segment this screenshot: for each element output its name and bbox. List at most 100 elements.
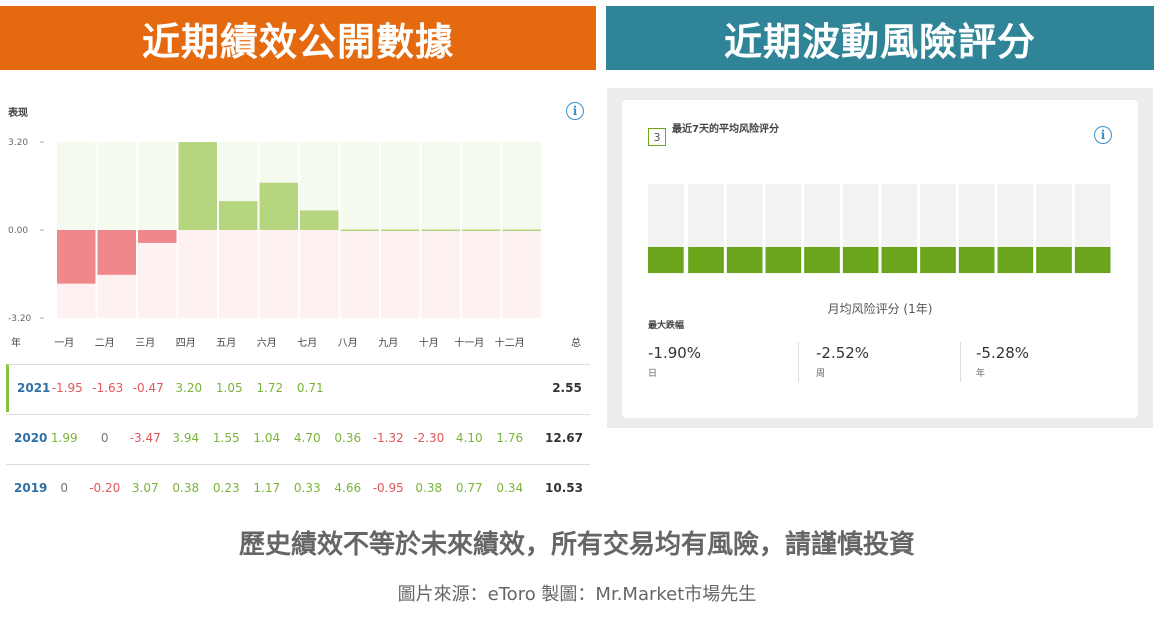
bar-background-negative [219,230,258,318]
drawdown-year: -5.28% 年 [976,344,1029,386]
disclaimer: 歷史績效不等於未來績效，所有交易均有風險，請謹慎投資 [238,530,915,560]
divider [798,342,799,382]
month-label: 一月 [54,338,75,349]
bar-background-negative [259,230,298,318]
bar-background-positive [462,142,501,230]
month-return: -1.32 [372,431,404,445]
risk-score-badge: 3 [648,128,666,146]
bar-一月 [57,230,96,284]
month-return: 3.07 [131,481,159,495]
month-return: 0.38 [172,481,200,495]
bar-十月 [421,229,460,231]
drawdown-value: -2.52% [816,344,870,362]
risk-bar-2 [688,247,724,273]
year-label: 2020 [14,431,48,445]
bar-十二月 [502,229,541,231]
total-header: 总 [571,338,581,349]
risk-bar-6 [842,247,879,273]
month-label: 十二月 [494,338,525,349]
year-header: 年 [11,338,21,349]
risk-axis-label: 月均风险评分 (1年) [827,302,933,316]
risk-bar-1 [648,247,684,273]
month-return: 0.23 [212,481,240,495]
month-return: 0.38 [415,481,443,495]
info-icon[interactable]: i [566,102,584,120]
risk-bar-8 [920,247,956,273]
year-label: 2019 [14,481,48,495]
bar-background-positive [502,142,541,230]
month-label: 三月 [135,338,156,349]
year-row-2020[interactable]: 2020 1.99 0 -3.47 3.94 1.55 1.04 4.70 0.36 -1.32-… [6,414,590,462]
month-return: 1.55 [212,431,240,445]
month-return: 3.20 [175,381,203,395]
month-return: -0.47 [132,381,164,395]
month-return: 4.10 [455,431,483,445]
month-return: -0.95 [372,481,404,495]
drawdown-label: 周 [816,369,826,379]
bar-background-negative [340,230,379,318]
month-return: 3.94 [172,431,200,445]
month-label: 六月 [256,338,277,349]
year-total: 2.55 [552,381,582,395]
y-tick-label: 0.00 [8,226,28,236]
month-return: 0.34 [496,481,524,495]
month-return: 1.17 [253,481,281,495]
bar-background-positive [97,142,136,230]
bar-六月 [259,182,298,230]
month-return: 0 [100,431,109,445]
month-return: 1.72 [256,381,284,395]
year-row-2021[interactable]: 2021 -1.95 -1.63 -0.47 3.20 1.05 1.72 0.71 2.55 [6,364,590,412]
month-return: 0.71 [296,381,324,395]
month-return: 1.76 [496,431,524,445]
bar-background-negative [502,230,541,318]
bar-三月 [138,230,177,243]
performance-title: 表现 [8,108,28,119]
risk-bar-5 [804,247,840,273]
month-return: 0 [60,481,69,495]
month-axis: 年 一月 二月 三月 四月 五月 六月 七月 八月 九月 十月 十一月 十二月 总 [6,334,590,350]
bar-七月 [300,210,339,230]
risk-bar-12 [1074,247,1111,273]
risk-chart [648,184,1111,274]
risk-bar-9 [958,247,995,273]
info-icon[interactable]: i [1094,126,1112,144]
month-label: 十一月 [454,338,485,349]
month-return: 0.77 [455,481,483,495]
bar-八月 [340,229,379,231]
risk-bar-7 [881,247,918,273]
risk-bar-4 [765,247,802,273]
month-label: 九月 [378,338,399,349]
risk-panel: 3 最近7天的平均风险评分 i 月均风险评分 (1年) 最大跌幅 -1.90% … [607,88,1153,428]
performance-chart: 3.20 0.00 -3.20 [8,138,541,324]
bar-background-positive [57,142,96,230]
drawdown-value: -5.28% [976,344,1030,362]
month-return: -1.63 [92,381,124,395]
risk-score-label: 最近7天的平均风险评分 [672,124,779,135]
bar-background-negative [462,230,501,318]
drawdown-title: 最大跌幅 [648,321,685,331]
month-label: 四月 [175,338,196,349]
y-tick-label: 3.20 [8,138,28,148]
bar-background-negative [178,230,217,318]
drawdown-value: -1.90% [648,344,702,362]
drawdown-label: 日 [648,369,658,379]
risk-bar-11 [1036,247,1072,273]
month-return: 0.33 [293,481,321,495]
month-return: -2.30 [413,431,445,445]
bar-四月 [178,142,217,230]
bar-background-positive [340,142,379,230]
banner-left: 近期績效公開數據 [0,6,596,70]
year-row-2019[interactable]: 2019 0 -0.20 3.07 0.38 0.23 1.17 0.33 4.66 -0.95 0… [6,464,590,512]
bar-五月 [219,201,258,230]
bar-background-positive [421,142,460,230]
bar-background-positive [381,142,420,230]
drawdown-week: -2.52% 周 [816,344,869,386]
year-total: 12.67 [545,431,583,445]
year-total: 10.53 [545,481,583,495]
bar-二月 [97,230,136,275]
bar-九月 [381,229,420,231]
month-label: 十月 [418,338,439,349]
bar-background-negative [381,230,420,318]
month-return: -1.95 [51,381,83,395]
drawdown-day: -1.90% 日 [648,344,701,386]
